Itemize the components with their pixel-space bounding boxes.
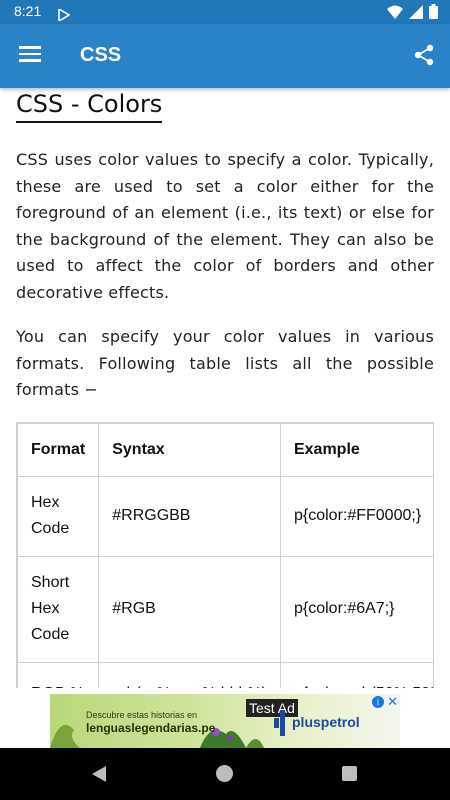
cell-syntax: #RGB bbox=[98, 555, 281, 663]
cell-example: p{color:rgb(50%,50%,50%);} bbox=[279, 661, 433, 688]
home-icon[interactable] bbox=[216, 765, 233, 782]
app-title: CSS bbox=[80, 44, 122, 66]
header-format: Format bbox=[17, 422, 100, 477]
signal-icon bbox=[409, 4, 423, 23]
article-content[interactable]: CSS - Colors CSS uses color values to sp… bbox=[0, 88, 450, 688]
ad-test-label: Test Ad bbox=[246, 699, 298, 717]
intro-paragraph: CSS uses color values to specify a color… bbox=[16, 150, 434, 302]
table-row: Short Hex Code #RGB p{color:#6A7;} bbox=[17, 555, 433, 663]
table-header-row: Format Syntax Example bbox=[17, 422, 433, 477]
battery-icon bbox=[429, 4, 438, 23]
cell-format: RGB % bbox=[17, 661, 100, 688]
ad-banner[interactable]: Test Ad Descubre estas historias en leng… bbox=[50, 694, 400, 748]
recents-icon[interactable] bbox=[342, 766, 357, 781]
navigation-bar bbox=[0, 748, 450, 800]
status-bar: 8:21 bbox=[0, 0, 450, 24]
cell-syntax: #RRGGBB bbox=[98, 475, 281, 557]
menu-icon[interactable] bbox=[14, 42, 46, 70]
ad-text-line2: lenguaslegendarias.pe bbox=[86, 721, 216, 735]
ad-brand-name: pluspetrol bbox=[292, 714, 360, 730]
page-title: CSS - Colors bbox=[16, 90, 163, 123]
ad-text-line1: Descubre estas historias en bbox=[86, 710, 198, 720]
ad-close-icon[interactable]: ✕ bbox=[387, 694, 398, 710]
play-store-icon bbox=[58, 6, 71, 25]
wifi-icon bbox=[387, 4, 403, 23]
color-formats-table[interactable]: Format Syntax Example Hex Code #RRGGBB p… bbox=[16, 421, 434, 688]
back-icon[interactable] bbox=[92, 766, 108, 786]
ad-area: Test Ad Descubre estas historias en leng… bbox=[0, 688, 450, 748]
cell-example: p{color:#FF0000;} bbox=[279, 475, 433, 557]
pluspetrol-logo-icon bbox=[274, 710, 285, 736]
share-icon[interactable] bbox=[412, 43, 438, 69]
status-time: 8:21 bbox=[14, 3, 42, 19]
cell-format: Short Hex Code bbox=[17, 555, 100, 663]
table-row: Hex Code #RRGGBB p{color:#FF0000;} bbox=[17, 475, 433, 557]
cell-example: p{color:#6A7;} bbox=[279, 555, 433, 663]
header-example: Example bbox=[279, 422, 433, 477]
header-syntax: Syntax bbox=[98, 422, 281, 477]
ad-info-icon[interactable]: i bbox=[372, 696, 384, 708]
app-bar: CSS bbox=[0, 24, 450, 88]
table-row: RGB % rgb(rrr%,ggg%,bbb%) p{color:rgb(50… bbox=[17, 661, 433, 688]
formats-paragraph: You can specify your color values in var… bbox=[16, 327, 434, 399]
cell-format: Hex Code bbox=[17, 475, 100, 557]
cell-syntax: rgb(rrr%,ggg%,bbb%) bbox=[98, 661, 281, 688]
